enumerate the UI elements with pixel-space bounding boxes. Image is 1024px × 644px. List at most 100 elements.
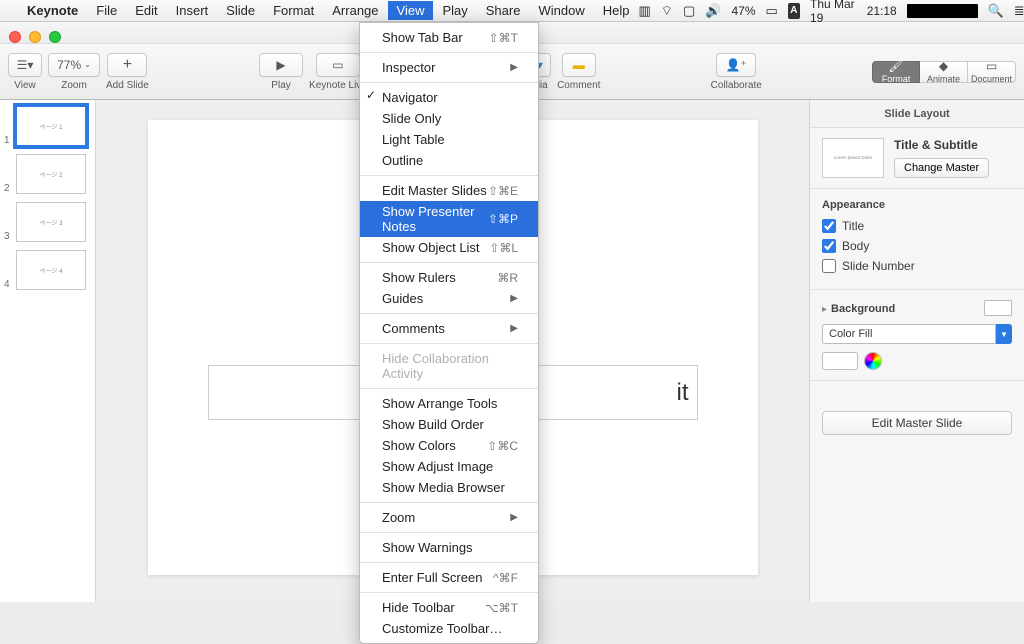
thumb-number: 3 (4, 231, 10, 242)
battery-percent: 47% (731, 4, 755, 18)
menubar-time: 21:18 (867, 4, 897, 18)
submenu-arrow-icon: ▶ (510, 512, 518, 523)
thumbnail-slide-4[interactable]: 4ページ 4 (16, 250, 89, 290)
change-master-button[interactable]: Change Master (894, 158, 989, 178)
spotlight-icon[interactable]: 🔍 (988, 3, 1004, 19)
minimize-window-icon[interactable] (29, 31, 41, 43)
menu-item[interactable]: Show Build Order (360, 414, 538, 435)
menu-item: Hide Collaboration Activity (360, 348, 538, 384)
zoom-select[interactable]: 77% ⌄ (48, 53, 100, 77)
disclosure-icon[interactable]: ▸ (822, 304, 827, 315)
menu-item[interactable]: Show Tab Bar⇧⌘T (360, 27, 538, 48)
menu-item[interactable]: Slide Only (360, 108, 538, 129)
menu-item[interactable]: Show Object List⇧⌘L (360, 237, 538, 258)
tab-document[interactable]: ▭Document (968, 61, 1016, 83)
menu-item[interactable]: Zoom▶ (360, 507, 538, 528)
menu-edit[interactable]: Edit (126, 1, 166, 20)
appearance-label: Appearance (822, 199, 1012, 211)
menu-item[interactable]: Show Rulers⌘R (360, 267, 538, 288)
menu-format[interactable]: Format (264, 1, 323, 20)
system-menubar: Keynote File Edit Insert Slide Format Ar… (0, 0, 1024, 22)
menu-item[interactable]: Show Presenter Notes⇧⌘P (360, 201, 538, 237)
menu-item[interactable]: Show Colors⇧⌘C (360, 435, 538, 456)
control-center-icon[interactable]: ≣ (1014, 3, 1024, 19)
menu-item[interactable]: Customize Toolbar… (360, 618, 538, 639)
menu-item[interactable]: Comments▶ (360, 318, 538, 339)
app-menu[interactable]: Keynote (18, 1, 87, 20)
menu-item[interactable]: Show Arrange Tools (360, 393, 538, 414)
comment-label: Comment (557, 80, 600, 91)
thumb-number: 4 (4, 279, 10, 290)
menu-item[interactable]: Hide Toolbar⌥⌘T (360, 597, 538, 618)
background-label: Background (831, 303, 895, 315)
play-button[interactable]: ▶ (259, 53, 303, 77)
menu-insert[interactable]: Insert (167, 1, 218, 20)
menu-view[interactable]: View (388, 1, 434, 20)
master-name: Title & Subtitle (894, 138, 989, 152)
submenu-arrow-icon: ▶ (510, 62, 518, 73)
menu-item[interactable]: Inspector▶ (360, 57, 538, 78)
menu-item[interactable]: Show Media Browser (360, 477, 538, 498)
thumbnail-slide-3[interactable]: 3ページ 3 (16, 202, 89, 242)
submenu-arrow-icon: ▶ (510, 323, 518, 334)
menu-item[interactable]: Edit Master Slides⇧⌘E (360, 180, 538, 201)
collaborate-button[interactable]: 👤⁺ (716, 53, 756, 77)
collaborate-label: Collaborate (711, 80, 762, 91)
body-checkbox[interactable]: Body (822, 239, 1012, 253)
wifi-icon: ⌔ (661, 3, 673, 19)
menu-item[interactable]: Guides▶ (360, 288, 538, 309)
menu-item[interactable]: ✓Navigator (360, 87, 538, 108)
menu-share[interactable]: Share (477, 1, 530, 20)
menu-slide[interactable]: Slide (217, 1, 264, 20)
menubar-date: Thu Mar 19 (810, 0, 857, 25)
menu-file[interactable]: File (87, 1, 126, 20)
keynote-live-button[interactable]: ▭ (316, 53, 360, 77)
background-swatch[interactable] (984, 300, 1012, 316)
add-slide-button[interactable]: + (107, 53, 147, 77)
zoom-label: Zoom (61, 80, 87, 91)
color-swatch[interactable] (822, 352, 858, 370)
menu-item[interactable]: Enter Full Screen^⌘F (360, 567, 538, 588)
view-menu-dropdown: Show Tab Bar⇧⌘T Inspector▶ ✓NavigatorSlide… (359, 22, 539, 644)
menu-help[interactable]: Help (594, 1, 639, 20)
thumbnail-slide-2[interactable]: 2ページ 2 (16, 154, 89, 194)
title-checkbox[interactable]: Title (822, 219, 1012, 233)
close-window-icon[interactable] (9, 31, 21, 43)
menu-window[interactable]: Window (529, 1, 593, 20)
thumb-number: 2 (4, 183, 10, 194)
edit-master-slide-button[interactable]: Edit Master Slide (822, 411, 1012, 435)
comment-button[interactable]: ▬ (562, 53, 596, 77)
play-label: Play (271, 80, 290, 91)
fill-type-select[interactable]: Color Fill (822, 324, 996, 344)
inspector-header: Slide Layout (810, 100, 1024, 128)
volume-icon: 🔊 (705, 3, 721, 19)
menubar-redacted (907, 4, 978, 18)
maximize-window-icon[interactable] (49, 31, 61, 43)
view-label: View (14, 80, 36, 91)
fill-type-arrow-icon[interactable]: ▼ (996, 324, 1012, 344)
input-source-icon[interactable]: A (788, 3, 800, 19)
master-thumbnail: Lorem Ipsum Dolor (822, 138, 884, 178)
slide-navigator[interactable]: 1ページ 1 2ページ 2 3ページ 3 4ページ 4 (0, 100, 96, 602)
thumbnail-slide-1[interactable]: 1ページ 1 (16, 106, 89, 146)
thumb-number: 1 (4, 135, 10, 146)
tab-format[interactable]: 🖌Format (872, 61, 920, 83)
submenu-arrow-icon: ▶ (510, 293, 518, 304)
menu-item[interactable]: Light Table (360, 129, 538, 150)
airplay-icon: ▢ (683, 3, 695, 19)
menu-item[interactable]: Show Warnings (360, 537, 538, 558)
view-mode-button[interactable]: ☰▾ (8, 53, 42, 77)
menu-item[interactable]: Outline (360, 150, 538, 171)
window-traffic-lights[interactable] (9, 31, 61, 43)
tab-animate[interactable]: ◆Animate (920, 61, 968, 83)
slide-number-checkbox[interactable]: Slide Number (822, 259, 1012, 273)
battery-icon: ▭ (766, 3, 778, 19)
inspector-panel: Slide Layout Lorem Ipsum Dolor Title & S… (809, 100, 1024, 602)
inspector-tabs: 🖌Format ◆Animate ▭Document (872, 61, 1016, 83)
menu-item[interactable]: Show Adjust Image (360, 456, 538, 477)
menu-arrange[interactable]: Arrange (323, 1, 387, 20)
checkmark-icon: ✓ (366, 88, 376, 102)
color-wheel-icon[interactable] (864, 352, 882, 370)
menu-play[interactable]: Play (433, 1, 476, 20)
battery-square-icon: ▥ (638, 3, 650, 19)
